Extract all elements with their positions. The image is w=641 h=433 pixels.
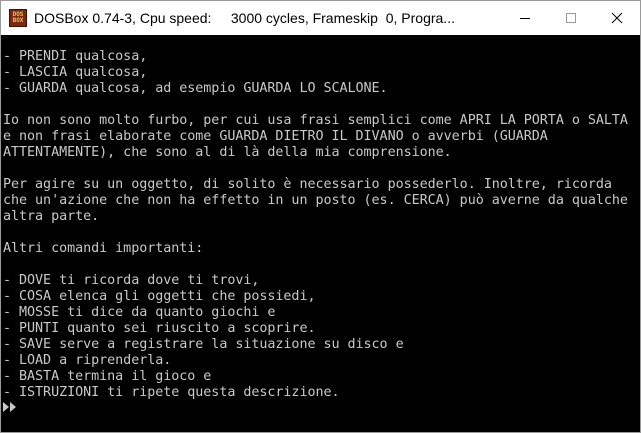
double-arrow-prompt-icon (3, 402, 16, 412)
icon-text-bottom: BOX (12, 17, 24, 24)
title-bar[interactable]: DOS BOX DOSBox 0.74-3, Cpu speed: 3000 c… (1, 1, 640, 35)
console-line: - MOSSE ti dice da quanto giochi e (3, 305, 276, 320)
console-line: - LOAD a riprenderla. (3, 353, 172, 368)
close-icon (611, 12, 623, 24)
window-title: DOSBox 0.74-3, Cpu speed: 3000 cycles, F… (34, 10, 455, 26)
console-screen[interactable]: - PRENDI qualcosa, - LASCIA qualcosa, - … (1, 35, 640, 432)
minimize-icon (520, 18, 530, 19)
dosbox-icon[interactable]: DOS BOX (9, 9, 27, 27)
console-line: e non frasi elaborate come GUARDA DIETRO… (3, 129, 548, 144)
minimize-button[interactable] (502, 1, 548, 35)
console-line: Per agire su un oggetto, di solito è nec… (3, 177, 612, 192)
dosbox-window: DOS BOX DOSBox 0.74-3, Cpu speed: 3000 c… (0, 0, 641, 433)
console-line: che un'azione che non ha effetto in un p… (3, 193, 628, 208)
console-line: Altri comandi importanti: (3, 241, 204, 256)
console-line: - PUNTI quanto sei riuscito a scoprire. (3, 321, 316, 336)
console-line: - GUARDA qualcosa, ad esempio GUARDA LO … (3, 81, 388, 96)
console-line: Io non sono molto furbo, per cui usa fra… (3, 113, 628, 128)
maximize-button[interactable] (548, 1, 594, 35)
close-button[interactable] (594, 1, 640, 35)
console-line: - COSA elenca gli oggetti che possiedi, (3, 289, 316, 304)
command-prompt[interactable] (3, 401, 17, 413)
console-line: - PRENDI qualcosa, (3, 49, 148, 64)
window-controls (502, 1, 640, 35)
console-line: altra parte. (3, 209, 100, 224)
console-line: - BASTA termina il gioco e (3, 369, 212, 384)
maximize-icon (566, 13, 576, 23)
console-line: - ISTRUZIONI ti ripete questa descrizion… (3, 385, 340, 400)
console-line: - LASCIA qualcosa, (3, 65, 148, 80)
console-line: - SAVE serve a registrare la situazione … (3, 337, 404, 352)
console-line: ATTENTAMENTE), che sono al di là della m… (3, 145, 452, 160)
console-line: - DOVE ti ricorda dove ti trovi, (3, 273, 260, 288)
